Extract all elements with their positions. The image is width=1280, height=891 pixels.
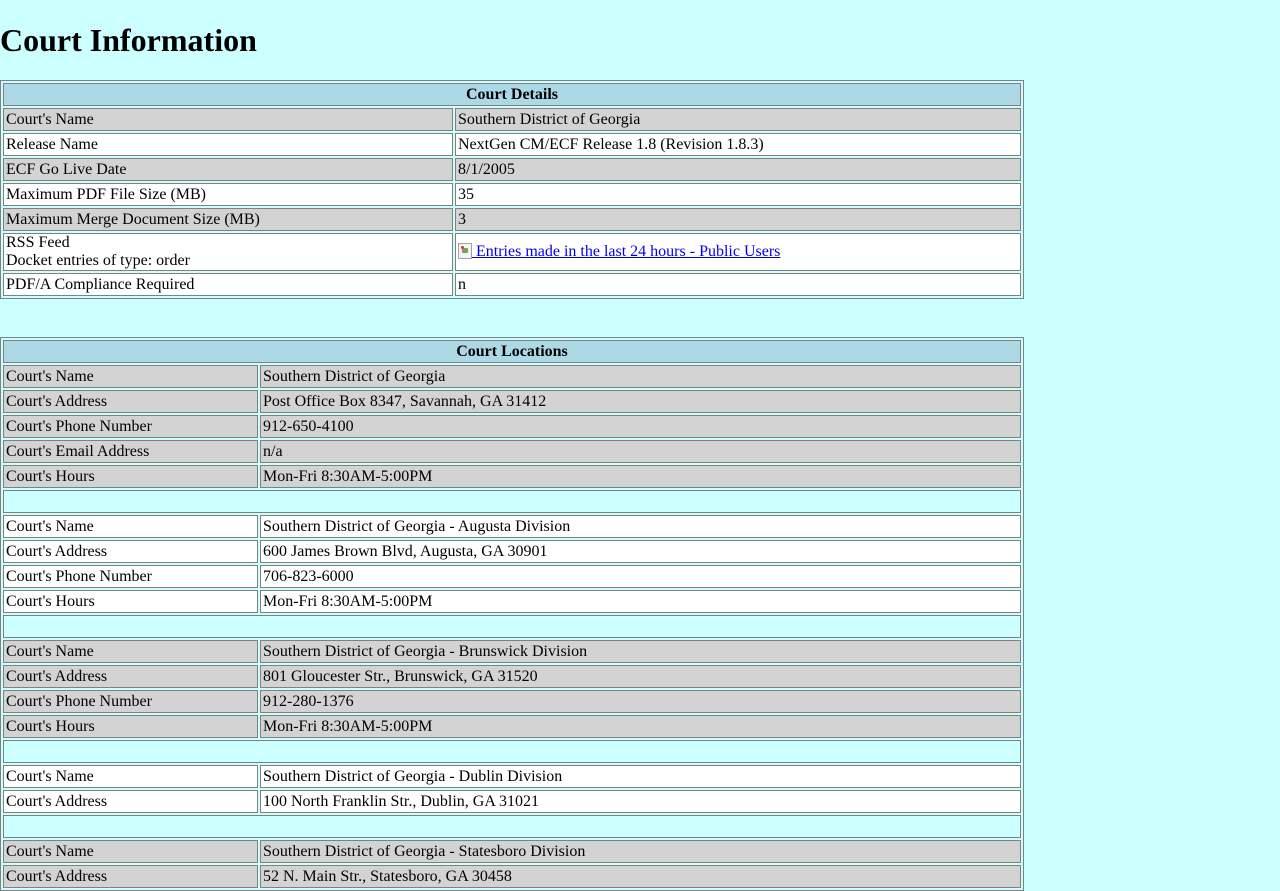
location-address: 100 North Franklin Str., Dublin, GA 3102…	[260, 790, 1021, 813]
location-hours-label: Court's Hours	[3, 590, 258, 613]
court-details-table: Court Details Court's Name Southern Dist…	[0, 80, 1024, 299]
court-locations-heading: Court Locations	[3, 340, 1021, 363]
location-name-label: Court's Name	[3, 640, 258, 663]
location-address-label: Court's Address	[3, 390, 258, 413]
location-phone-label: Court's Phone Number	[3, 565, 258, 588]
location-name: Southern District of Georgia - Brunswick…	[260, 640, 1021, 663]
location-phone-label: Court's Phone Number	[3, 415, 258, 438]
location-name: Southern District of Georgia - Augusta D…	[260, 515, 1021, 538]
table-row: Maximum Merge Document Size (MB) 3	[3, 208, 1021, 231]
rss-feed-link[interactable]: Entries made in the last 24 hours - Publ…	[458, 243, 780, 260]
location-phone: 912-650-4100	[260, 415, 1021, 438]
table-row: Court's Phone Number 912-650-4100	[3, 415, 1021, 438]
table-row: Court's Name Southern District of Georgi…	[3, 365, 1021, 388]
table-row: Court's Address 600 James Brown Blvd, Au…	[3, 540, 1021, 563]
location-name-label: Court's Name	[3, 365, 258, 388]
location-hours: Mon-Fri 8:30AM-5:00PM	[260, 590, 1021, 613]
row-label: Maximum PDF File Size (MB)	[3, 183, 453, 206]
location-address: 52 N. Main Str., Statesboro, GA 30458	[260, 865, 1021, 888]
location-hours-label: Court's Hours	[3, 465, 258, 488]
table-row: Court's Name Southern District of Georgi…	[3, 108, 1021, 131]
table-row: Court's Phone Number 706-823-6000	[3, 565, 1021, 588]
location-phone: 912-280-1376	[260, 690, 1021, 713]
location-name-label: Court's Name	[3, 765, 258, 788]
rss-feed-label-line2: Docket entries of type: order	[6, 252, 190, 269]
location-name: Southern District of Georgia	[260, 365, 1021, 388]
location-hours-label: Court's Hours	[3, 715, 258, 738]
rss-image-icon[interactable]	[458, 243, 472, 259]
row-label: Court's Name	[3, 108, 453, 131]
row-label: PDF/A Compliance Required	[3, 273, 453, 296]
rss-feed-value: Entries made in the last 24 hours - Publ…	[455, 233, 1021, 271]
table-row: Court's Address Post Office Box 8347, Sa…	[3, 390, 1021, 413]
rss-feed-label: RSS Feed Docket entries of type: order	[3, 233, 453, 271]
table-row: Release Name NextGen CM/ECF Release 1.8 …	[3, 133, 1021, 156]
location-address: 801 Gloucester Str., Brunswick, GA 31520	[260, 665, 1021, 688]
court-locations-table: Court Locations Court's Name Southern Di…	[0, 337, 1024, 891]
location-address-label: Court's Address	[3, 540, 258, 563]
table-row: Court's Phone Number 912-280-1376	[3, 690, 1021, 713]
table-row: Court's Name Southern District of Georgi…	[3, 840, 1021, 863]
location-hours: Mon-Fri 8:30AM-5:00PM	[260, 715, 1021, 738]
row-value: Southern District of Georgia	[455, 108, 1021, 131]
location-phone: 706-823-6000	[260, 565, 1021, 588]
table-row: Maximum PDF File Size (MB) 35	[3, 183, 1021, 206]
location-name-label: Court's Name	[3, 840, 258, 863]
table-row: Court's Hours Mon-Fri 8:30AM-5:00PM	[3, 465, 1021, 488]
page-title: Court Information	[0, 22, 257, 58]
location-phone-label: Court's Phone Number	[3, 690, 258, 713]
rss-feed-label-line1: RSS Feed	[6, 234, 70, 251]
row-value: n	[455, 273, 1021, 296]
location-email-label: Court's Email Address	[3, 440, 258, 463]
location-address-label: Court's Address	[3, 665, 258, 688]
table-row: Court's Address 52 N. Main Str., Statesb…	[3, 865, 1021, 888]
table-row: Court's Hours Mon-Fri 8:30AM-5:00PM	[3, 590, 1021, 613]
rss-feed-link-text[interactable]: Entries made in the last 24 hours - Publ…	[472, 243, 780, 260]
location-email: n/a	[260, 440, 1021, 463]
table-row: PDF/A Compliance Required n	[3, 273, 1021, 296]
location-hours: Mon-Fri 8:30AM-5:00PM	[260, 465, 1021, 488]
row-value: NextGen CM/ECF Release 1.8 (Revision 1.8…	[455, 133, 1021, 156]
table-row: Court's Hours Mon-Fri 8:30AM-5:00PM	[3, 715, 1021, 738]
location-address: 600 James Brown Blvd, Augusta, GA 30901	[260, 540, 1021, 563]
row-value: 8/1/2005	[455, 158, 1021, 181]
location-name: Southern District of Georgia - Dublin Di…	[260, 765, 1021, 788]
location-address-label: Court's Address	[3, 790, 258, 813]
row-value: 3	[455, 208, 1021, 231]
location-address: Post Office Box 8347, Savannah, GA 31412	[260, 390, 1021, 413]
table-row: ECF Go Live Date 8/1/2005	[3, 158, 1021, 181]
table-row: Court's Address 100 North Franklin Str.,…	[3, 790, 1021, 813]
location-address-label: Court's Address	[3, 865, 258, 888]
court-details-heading: Court Details	[3, 83, 1021, 106]
table-row: Court's Name Southern District of Georgi…	[3, 515, 1021, 538]
row-label: ECF Go Live Date	[3, 158, 453, 181]
location-name-label: Court's Name	[3, 515, 258, 538]
location-name: Southern District of Georgia - Statesbor…	[260, 840, 1021, 863]
rss-feed-row: RSS Feed Docket entries of type: order E…	[3, 233, 1021, 271]
table-row: Court's Address 801 Gloucester Str., Bru…	[3, 665, 1021, 688]
table-row: Court's Email Address n/a	[3, 440, 1021, 463]
row-value: 35	[455, 183, 1021, 206]
table-row: Court's Name Southern District of Georgi…	[3, 765, 1021, 788]
table-row: Court's Name Southern District of Georgi…	[3, 640, 1021, 663]
row-label: Release Name	[3, 133, 453, 156]
row-label: Maximum Merge Document Size (MB)	[3, 208, 453, 231]
